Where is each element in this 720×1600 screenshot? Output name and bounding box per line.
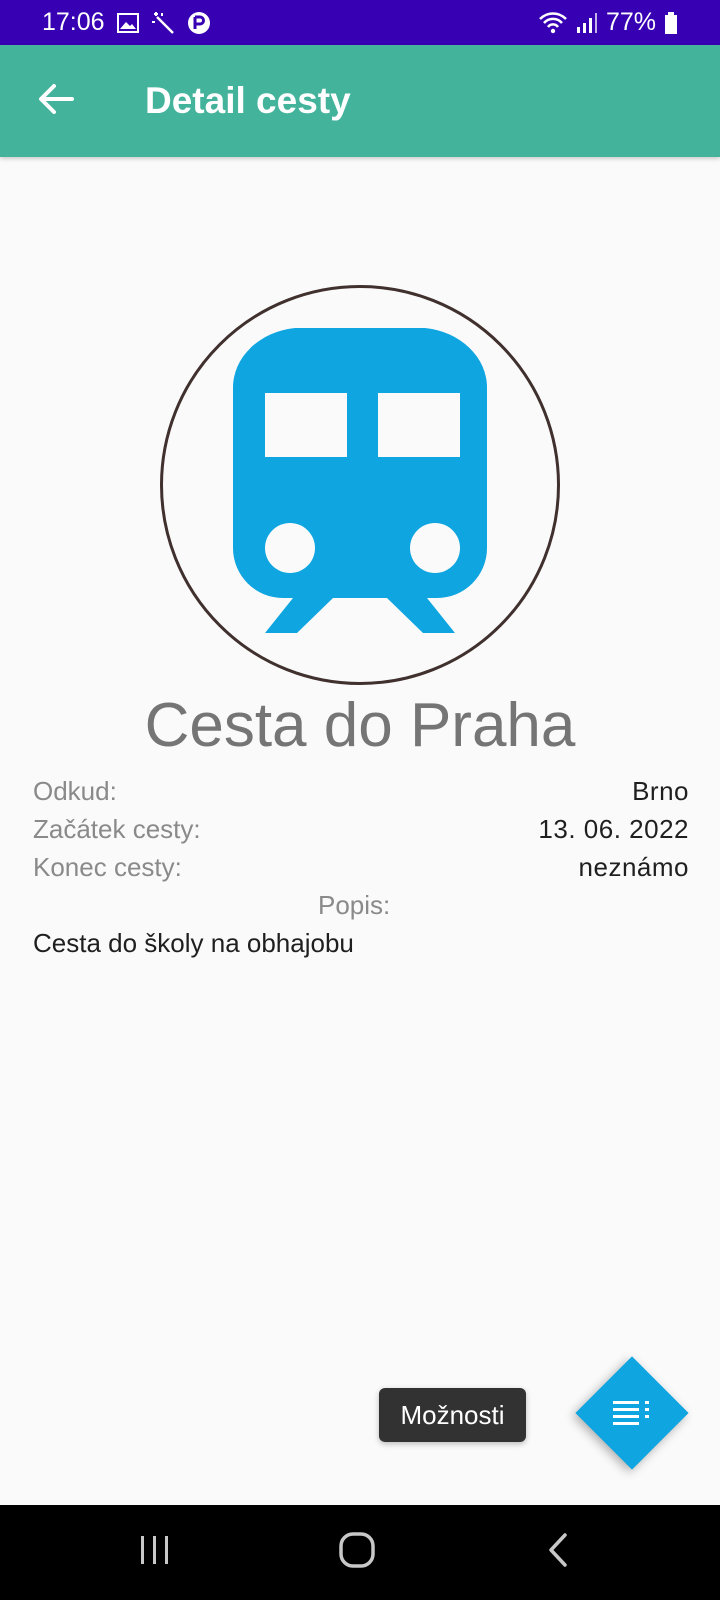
trip-title: Cesta do Praha <box>144 691 576 760</box>
detail-row-from: Odkud: Brno <box>33 776 689 814</box>
from-value: Brno <box>632 776 689 806</box>
navigation-bar <box>0 1505 720 1600</box>
detail-row-end: Konec cesty: neznámo <box>33 852 689 890</box>
from-label: Odkud: <box>33 776 117 806</box>
start-label: Začátek cesty: <box>33 814 201 844</box>
app-notification-icon <box>187 11 211 35</box>
battery-icon <box>664 11 678 35</box>
start-value: 13. 06. 2022 <box>538 814 689 844</box>
options-tooltip: Možnosti <box>379 1388 526 1442</box>
battery-percent: 77% <box>605 8 656 36</box>
detail-row-start: Začátek cesty: 13. 06. 2022 <box>33 814 689 852</box>
signal-icon <box>576 12 598 34</box>
screen: 17:06 77% Detail cesty Cesta do Praha Od… <box>0 0 720 1600</box>
status-bar: 17:06 77% <box>0 0 720 45</box>
status-time: 17:06 <box>42 8 105 36</box>
end-value: neznámo <box>578 852 689 882</box>
menu-options-icon[interactable] <box>610 1393 654 1433</box>
page-title: Detail cesty <box>145 80 351 121</box>
train-icon <box>225 327 495 643</box>
description-text: Cesta do školy na obhajobu <box>33 928 354 958</box>
recent-apps-button[interactable] <box>95 1505 215 1600</box>
back-nav-icon <box>546 1532 570 1573</box>
app-bar: Detail cesty <box>0 45 720 157</box>
recent-apps-icon <box>138 1534 172 1571</box>
magic-wand-icon <box>151 11 175 35</box>
end-label: Konec cesty: <box>33 852 182 882</box>
back-nav-button[interactable] <box>498 1505 618 1600</box>
home-icon <box>338 1531 376 1574</box>
trip-image <box>160 285 560 685</box>
back-button[interactable] <box>34 79 78 123</box>
arrow-back-icon <box>38 83 74 120</box>
home-button[interactable] <box>297 1505 417 1600</box>
image-icon <box>116 12 139 33</box>
wifi-icon <box>538 11 568 35</box>
description-label: Popis: <box>318 890 391 920</box>
